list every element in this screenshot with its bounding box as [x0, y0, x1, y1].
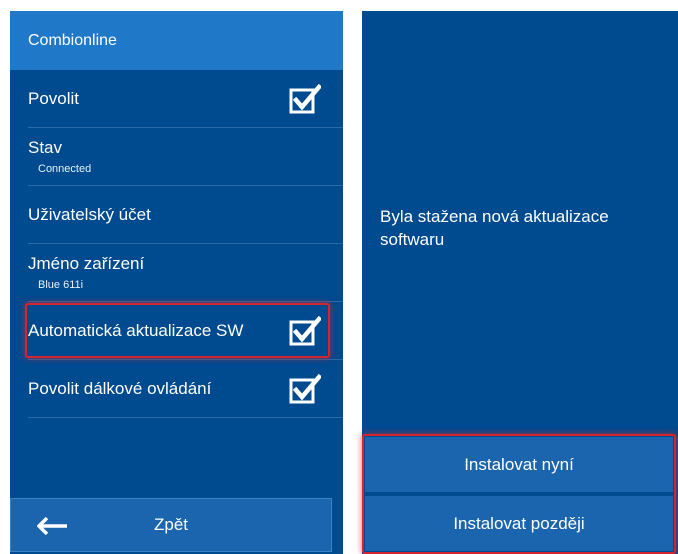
menu-item-device-name[interactable]: Jméno zařízení Blue 611i: [28, 244, 343, 302]
settings-panel: Combionline Povolit Stav Connected Uživa…: [10, 11, 343, 554]
device-name-value: Blue 611i: [38, 279, 84, 291]
checkbox-checked-icon[interactable]: [289, 315, 321, 346]
back-button[interactable]: Zpět: [10, 498, 332, 552]
settings-list: Povolit Stav Connected Uživatelský účet …: [10, 70, 343, 418]
menu-item-enable[interactable]: Povolit: [28, 70, 343, 128]
status-value: Connected: [38, 163, 92, 175]
update-actions: Instalovat nyní Instalovat později: [362, 434, 676, 554]
install-now-button[interactable]: Instalovat nyní: [365, 437, 673, 492]
menu-item-auto-update[interactable]: Automatická aktualizace SW: [25, 302, 343, 360]
menu-item-status: Stav Connected: [28, 128, 343, 186]
app-header: Combionline: [10, 11, 343, 70]
checkbox-checked-icon[interactable]: [289, 83, 321, 114]
menu-item-label: Stav: [28, 138, 63, 157]
arrow-left-icon: [37, 517, 67, 535]
checkbox-checked-icon[interactable]: [289, 373, 321, 404]
menu-item-label: Jméno zařízení: [28, 254, 145, 273]
menu-item-label: Povolit dálkové ovládání: [28, 379, 212, 398]
app-title: Combionline: [28, 31, 117, 49]
install-later-button[interactable]: Instalovat později: [365, 496, 673, 551]
update-dialog: Byla stažena nová aktualizace softwaru I…: [362, 11, 678, 554]
menu-item-label: Automatická aktualizace SW: [28, 321, 244, 340]
menu-item-label: Uživatelský účet: [28, 205, 151, 224]
update-message: Byla stažena nová aktualizace softwaru: [380, 207, 609, 249]
menu-item-remote-control[interactable]: Povolit dálkové ovládání: [28, 360, 343, 418]
menu-item-user-account[interactable]: Uživatelský účet: [28, 186, 343, 244]
menu-item-label: Povolit: [28, 89, 80, 108]
